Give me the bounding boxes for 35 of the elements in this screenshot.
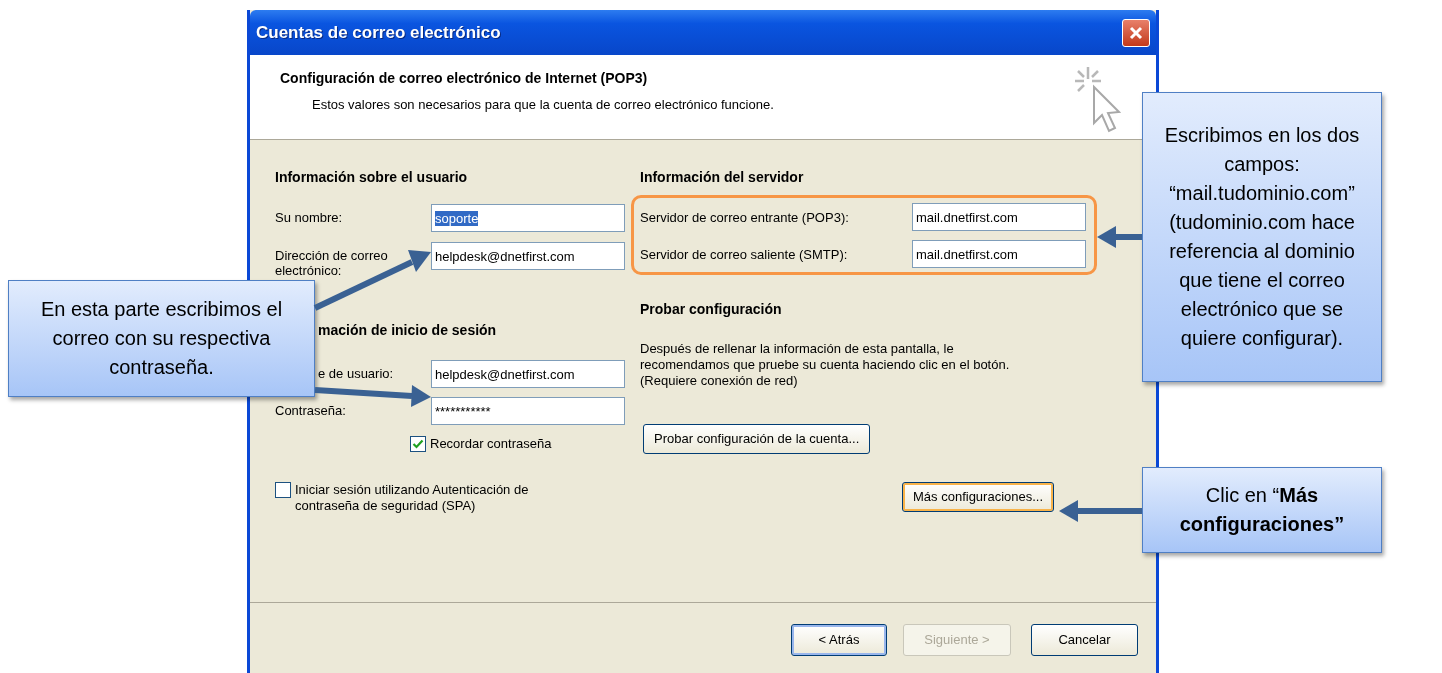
field-label: Servidor de correo entrante (POP3): [640, 209, 850, 227]
section-heading: mación de inicio de sesión [318, 321, 498, 340]
checkbox[interactable] [410, 436, 426, 452]
more-settings-button[interactable]: Más configuraciones... [902, 482, 1055, 512]
callout-box: Escribimos en los dos campos: “mail.tudominio.com” (tudominio.com hace referencia al dominio que tiene el correo electrónico que se quiere configurar). [1142, 92, 1382, 382]
callout-box: En esta parte escribimos el correo con su respectiva contraseña. [8, 280, 315, 397]
field-label: Servidor de correo saliente (SMTP): [640, 246, 849, 264]
test-settings-button[interactable]: Probar configuración de la cuenta... [643, 424, 871, 454]
text-field[interactable]: helpdesk@dnetfirst.com [431, 360, 625, 388]
section-heading: Información sobre el usuario [275, 168, 469, 187]
dialog-button[interactable]: < Atrás [791, 624, 887, 656]
close-icon [1128, 24, 1144, 41]
field-label: e de usuario: [318, 365, 395, 381]
section-heading: Probar configuración [640, 300, 783, 319]
page-heading: Configuración de correo electrónico de Internet (POP3) [280, 69, 649, 88]
text-field[interactable]: *********** [431, 397, 625, 425]
text-field[interactable]: mail.dnetfirst.com [912, 240, 1086, 268]
page-description: Estos valores son necesarios para que la cuenta de correo electrónico funcione. [311, 96, 774, 114]
checkbox-label[interactable]: Recordar contraseña [430, 436, 552, 452]
field-label: Dirección de correo electrónico: [275, 247, 389, 278]
arrow [1097, 226, 1142, 248]
text-field[interactable]: soporte [431, 204, 625, 232]
checkbox[interactable] [275, 482, 291, 498]
dialog-button[interactable]: Cancelar [1031, 624, 1138, 656]
text-field[interactable]: mail.dnetfirst.com [912, 203, 1086, 231]
close-button[interactable] [1122, 18, 1150, 47]
checkbox-label[interactable]: Iniciar sesión utilizando Autenticación de contraseña de seguridad (SPA) [295, 482, 575, 514]
field-label: Su nombre: [275, 209, 344, 225]
check-icon [412, 438, 424, 450]
field-label: Contraseña: [275, 402, 347, 418]
section-heading: Información del servidor [640, 168, 805, 187]
description-text: Después de rellenar la información de esta pantalla, le recomendamos que pruebe su cuenta haciendo clic en el botón. (Requiere conexión de red) [640, 341, 1011, 389]
callout-box: Clic en “Más configuraciones” [1142, 467, 1382, 553]
text-field[interactable]: helpdesk@dnetfirst.com [431, 242, 625, 270]
window-title: Cuentas de correo electrónico [256, 21, 501, 44]
